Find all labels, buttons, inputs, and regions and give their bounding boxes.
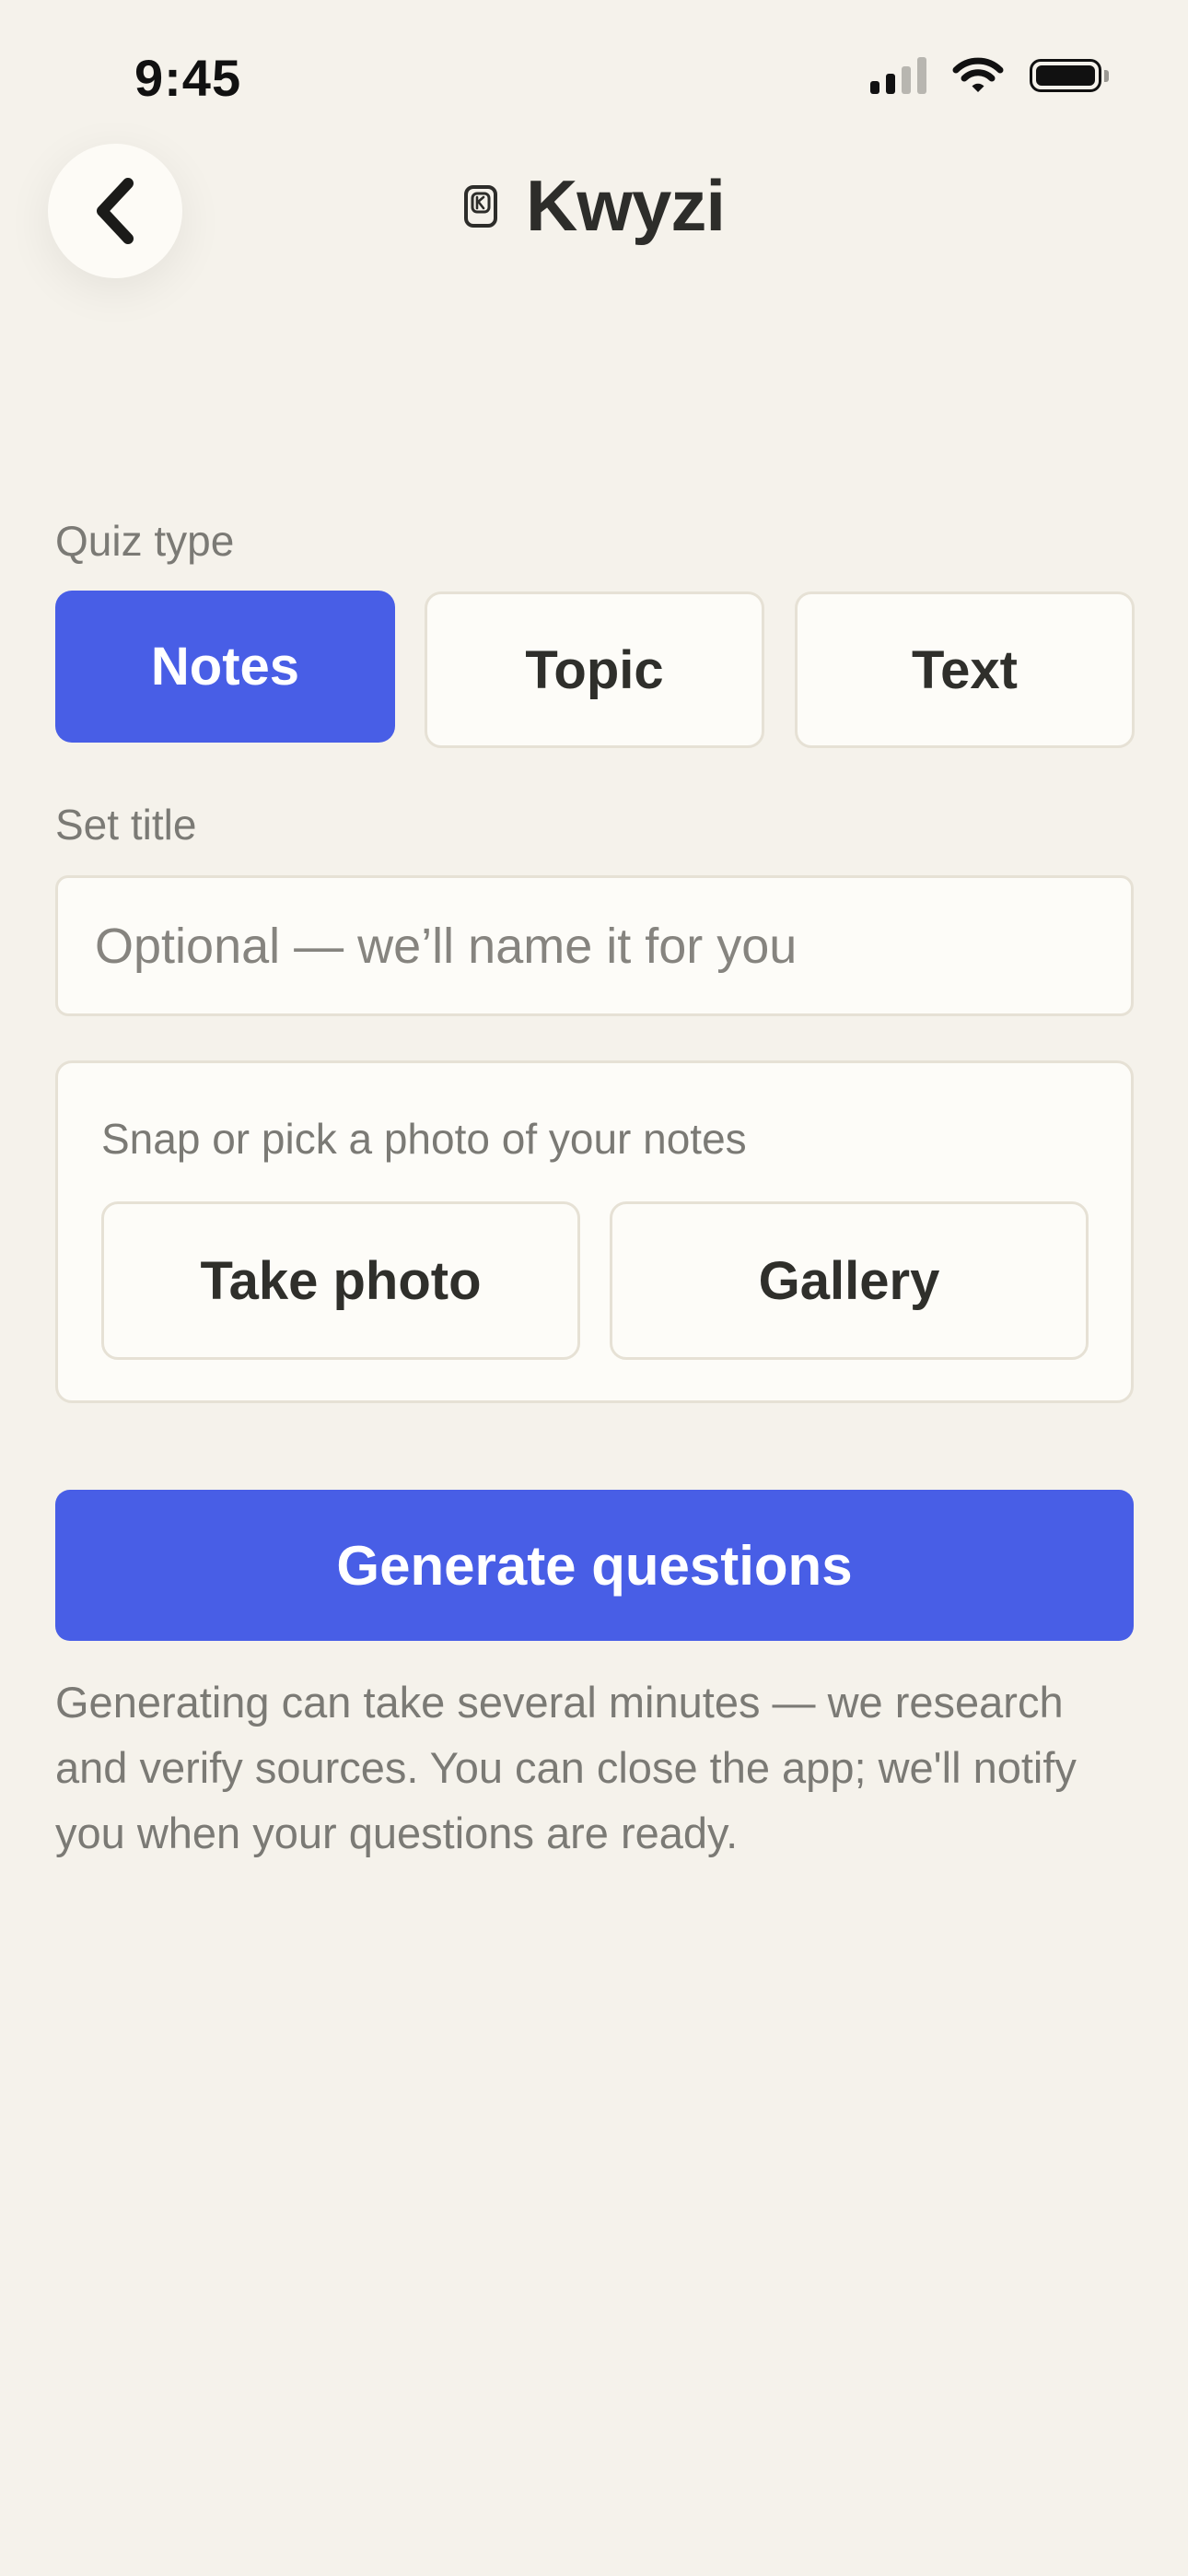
status-bar: 9:45 <box>0 0 1188 147</box>
app-brand: Kwyzi <box>0 164 1188 248</box>
take-photo-button[interactable]: Take photo <box>101 1201 580 1360</box>
title-input[interactable] <box>55 875 1134 1016</box>
generate-questions-button[interactable]: Generate questions <box>55 1490 1134 1641</box>
photo-card-caption: Snap or pick a photo of your notes <box>101 1115 747 1163</box>
kwyzi-logo-icon <box>463 184 497 228</box>
signal-icon <box>870 57 926 94</box>
quiz-type-notes-button[interactable]: Notes <box>55 591 395 743</box>
status-time: 9:45 <box>134 49 242 107</box>
gallery-button[interactable]: Gallery <box>610 1201 1089 1360</box>
wifi-icon <box>952 57 1004 92</box>
quiz-type-topic-button[interactable]: Topic <box>425 591 764 748</box>
quiz-type-text-button[interactable]: Text <box>795 591 1135 748</box>
photo-card: Snap or pick a photo of your notes Take … <box>55 1060 1134 1403</box>
set-title-label: Set title <box>55 801 197 849</box>
battery-icon <box>1030 59 1109 92</box>
quiz-type-label: Quiz type <box>55 517 235 565</box>
generate-helper-text: Generating can take several minutes — we… <box>55 1678 1077 1857</box>
app-title: Kwyzi <box>525 165 726 246</box>
status-icons <box>870 57 1109 94</box>
